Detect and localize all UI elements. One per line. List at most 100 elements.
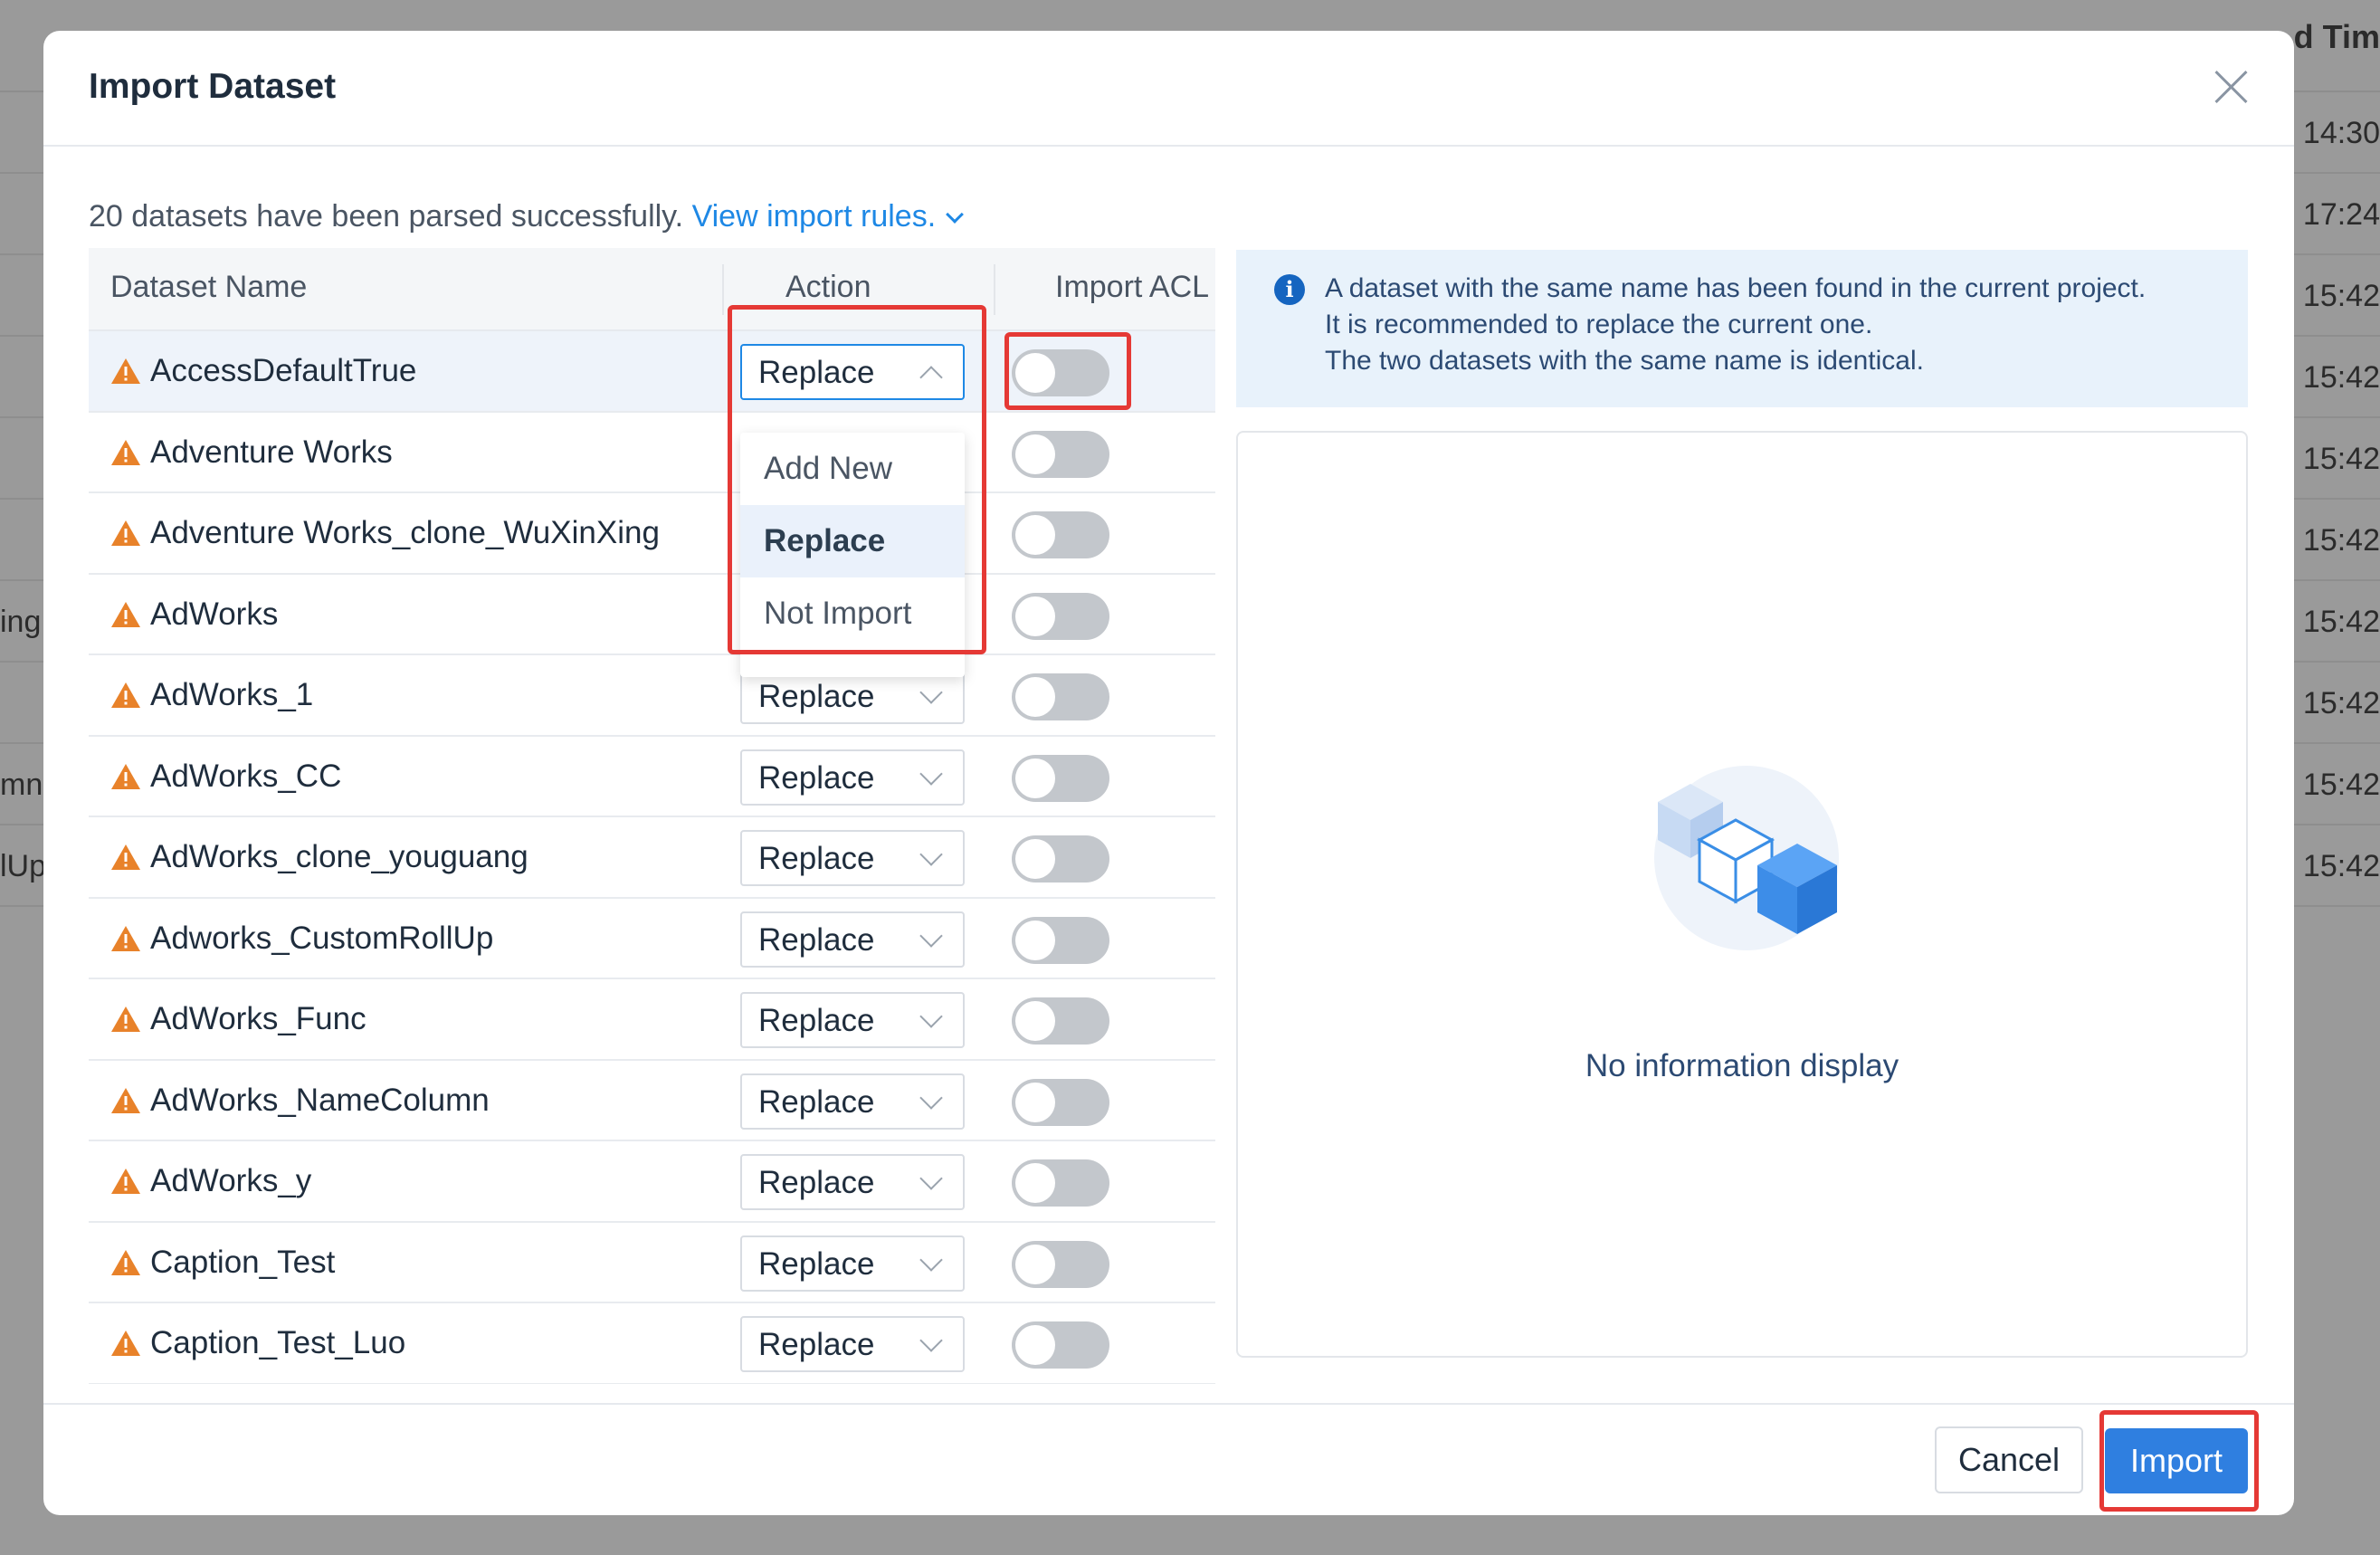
background-column-header: d Tim <box>2293 18 2380 55</box>
action-select[interactable]: Replace <box>740 749 965 806</box>
action-select-value: Replace <box>758 1245 875 1282</box>
import-acl-toggle[interactable] <box>1012 349 1109 396</box>
chevron-down-icon <box>919 1085 943 1110</box>
import-dataset-dialog: Import Dataset 20 datasets have been par… <box>43 31 2294 1515</box>
toggle-knob <box>1015 758 1055 798</box>
table-row: AdWorks_NameColumn Replace <box>89 1061 1215 1141</box>
action-select-value: Replace <box>758 679 875 714</box>
import-acl-toggle[interactable] <box>1012 916 1109 964</box>
table-header: Dataset Name Action Import ACL <box>89 248 1215 331</box>
import-acl-toggle[interactable] <box>1012 1240 1109 1288</box>
action-select[interactable]: Replace <box>740 830 965 886</box>
warning-icon <box>111 1331 140 1356</box>
empty-boxes-icon <box>1654 766 1839 950</box>
dropdown-option-not-import[interactable]: Not Import <box>740 577 965 650</box>
action-select[interactable]: Replace <box>740 1073 965 1130</box>
dataset-name: AdWorks_1 <box>150 677 314 712</box>
dataset-name: Caption_Test <box>150 1244 336 1280</box>
toggle-knob <box>1015 677 1055 717</box>
import-acl-toggle[interactable] <box>1012 1321 1109 1369</box>
background-time: 15:42 <box>2302 442 2380 476</box>
dataset-name: AccessDefaultTrue <box>150 353 417 388</box>
background-time: 15:42 <box>2302 686 2380 720</box>
import-acl-toggle[interactable] <box>1012 754 1109 802</box>
background-time: 15:42 <box>2302 849 2380 883</box>
background-time: 14:30 <box>2302 116 2380 150</box>
chevron-up-icon <box>919 366 943 389</box>
import-acl-toggle[interactable] <box>1012 511 1109 558</box>
dataset-name: AdWorks_NameColumn <box>150 1082 490 1118</box>
dataset-name: Adventure Works <box>150 434 393 470</box>
summary-text: 20 datasets have been parsed successfull… <box>89 199 684 234</box>
empty-state-text: No information display <box>1585 1048 1899 1083</box>
chevron-down-icon <box>919 1005 943 1028</box>
warning-icon <box>111 601 140 627</box>
table-row: AdWorks_CC Replace <box>89 737 1215 817</box>
column-header-import-acl: Import ACL <box>1055 270 1210 304</box>
dataset-name: AdWorks <box>150 596 279 632</box>
toggle-knob <box>1015 353 1055 393</box>
import-acl-toggle[interactable] <box>1012 997 1109 1045</box>
background-time: 15:42 <box>2302 523 2380 558</box>
close-icon[interactable] <box>2213 69 2249 105</box>
import-acl-toggle[interactable] <box>1012 1159 1109 1207</box>
warning-icon <box>111 1249 140 1275</box>
toggle-knob <box>1015 1244 1055 1284</box>
import-acl-toggle[interactable] <box>1012 1078 1109 1126</box>
toggle-knob <box>1015 920 1055 960</box>
background-left-text: mn <box>0 768 43 802</box>
toggle-knob <box>1015 1082 1055 1122</box>
action-select-value: Replace <box>758 1327 875 1362</box>
info-line: The two datasets with the same name is i… <box>1325 346 1924 376</box>
cancel-button[interactable]: Cancel <box>1935 1426 2083 1493</box>
dataset-name: AdWorks_clone_youguang <box>150 839 528 874</box>
dropdown-option-replace[interactable]: Replace <box>740 505 965 577</box>
action-select-value: Replace <box>758 1165 875 1200</box>
warning-icon <box>111 682 140 708</box>
action-select[interactable]: Replace <box>740 1316 965 1372</box>
dataset-name: AdWorks_y <box>150 1163 312 1198</box>
table-row: AdWorks_1 Replace <box>89 655 1215 737</box>
dropdown-option-add-new[interactable]: Add New <box>740 433 965 505</box>
table-row: Adworks_CustomRollUp Replace <box>89 899 1215 979</box>
warning-icon <box>111 520 140 546</box>
toggle-knob <box>1015 596 1055 636</box>
action-select-value: Replace <box>758 759 875 796</box>
import-button[interactable]: Import <box>2105 1428 2248 1493</box>
import-acl-toggle[interactable] <box>1012 430 1109 478</box>
import-acl-toggle[interactable] <box>1012 835 1109 882</box>
action-select-value: Replace <box>758 921 875 958</box>
column-header-dataset-name: Dataset Name <box>110 270 308 304</box>
toggle-knob <box>1015 1325 1055 1365</box>
parse-summary: 20 datasets have been parsed successfull… <box>89 199 965 234</box>
toggle-knob <box>1015 1163 1055 1203</box>
action-select[interactable]: Replace <box>740 1235 965 1292</box>
dataset-table: Dataset Name Action Import ACL AccessDef… <box>89 248 1215 1384</box>
chevron-down-icon <box>919 1247 943 1272</box>
view-import-rules-link[interactable]: View import rules. <box>691 199 965 234</box>
action-select[interactable]: Replace <box>740 992 965 1048</box>
dataset-name: AdWorks_CC <box>150 758 342 794</box>
column-header-action: Action <box>785 270 871 304</box>
dataset-name: AdWorks_Func <box>150 1001 367 1036</box>
action-select[interactable]: Replace <box>740 911 965 968</box>
background-left-text: ing <box>0 605 42 639</box>
background-time: 15:42 <box>2302 605 2380 639</box>
chevron-down-icon <box>919 681 943 704</box>
table-row: AdWorks_clone_youguang Replace <box>89 817 1215 899</box>
chevron-down-icon <box>919 843 943 866</box>
table-row: AdWorks_y Replace <box>89 1141 1215 1223</box>
toggle-knob <box>1015 839 1055 879</box>
dataset-name: Adworks_CustomRollUp <box>150 920 494 956</box>
import-acl-toggle[interactable] <box>1012 673 1109 720</box>
rules-link-label: View import rules. <box>691 199 937 234</box>
import-acl-toggle[interactable] <box>1012 592 1109 640</box>
background-time: 15:42 <box>2302 360 2380 395</box>
table-row: AdWorks_Func Replace <box>89 979 1215 1061</box>
table-row: Caption_Test Replace <box>89 1223 1215 1303</box>
chevron-down-icon <box>946 205 965 224</box>
info-line: A dataset with the same name has been fo… <box>1325 273 2147 303</box>
action-select[interactable]: Replace <box>740 344 965 400</box>
action-select[interactable]: Replace <box>740 1154 965 1210</box>
warning-icon <box>111 844 140 870</box>
